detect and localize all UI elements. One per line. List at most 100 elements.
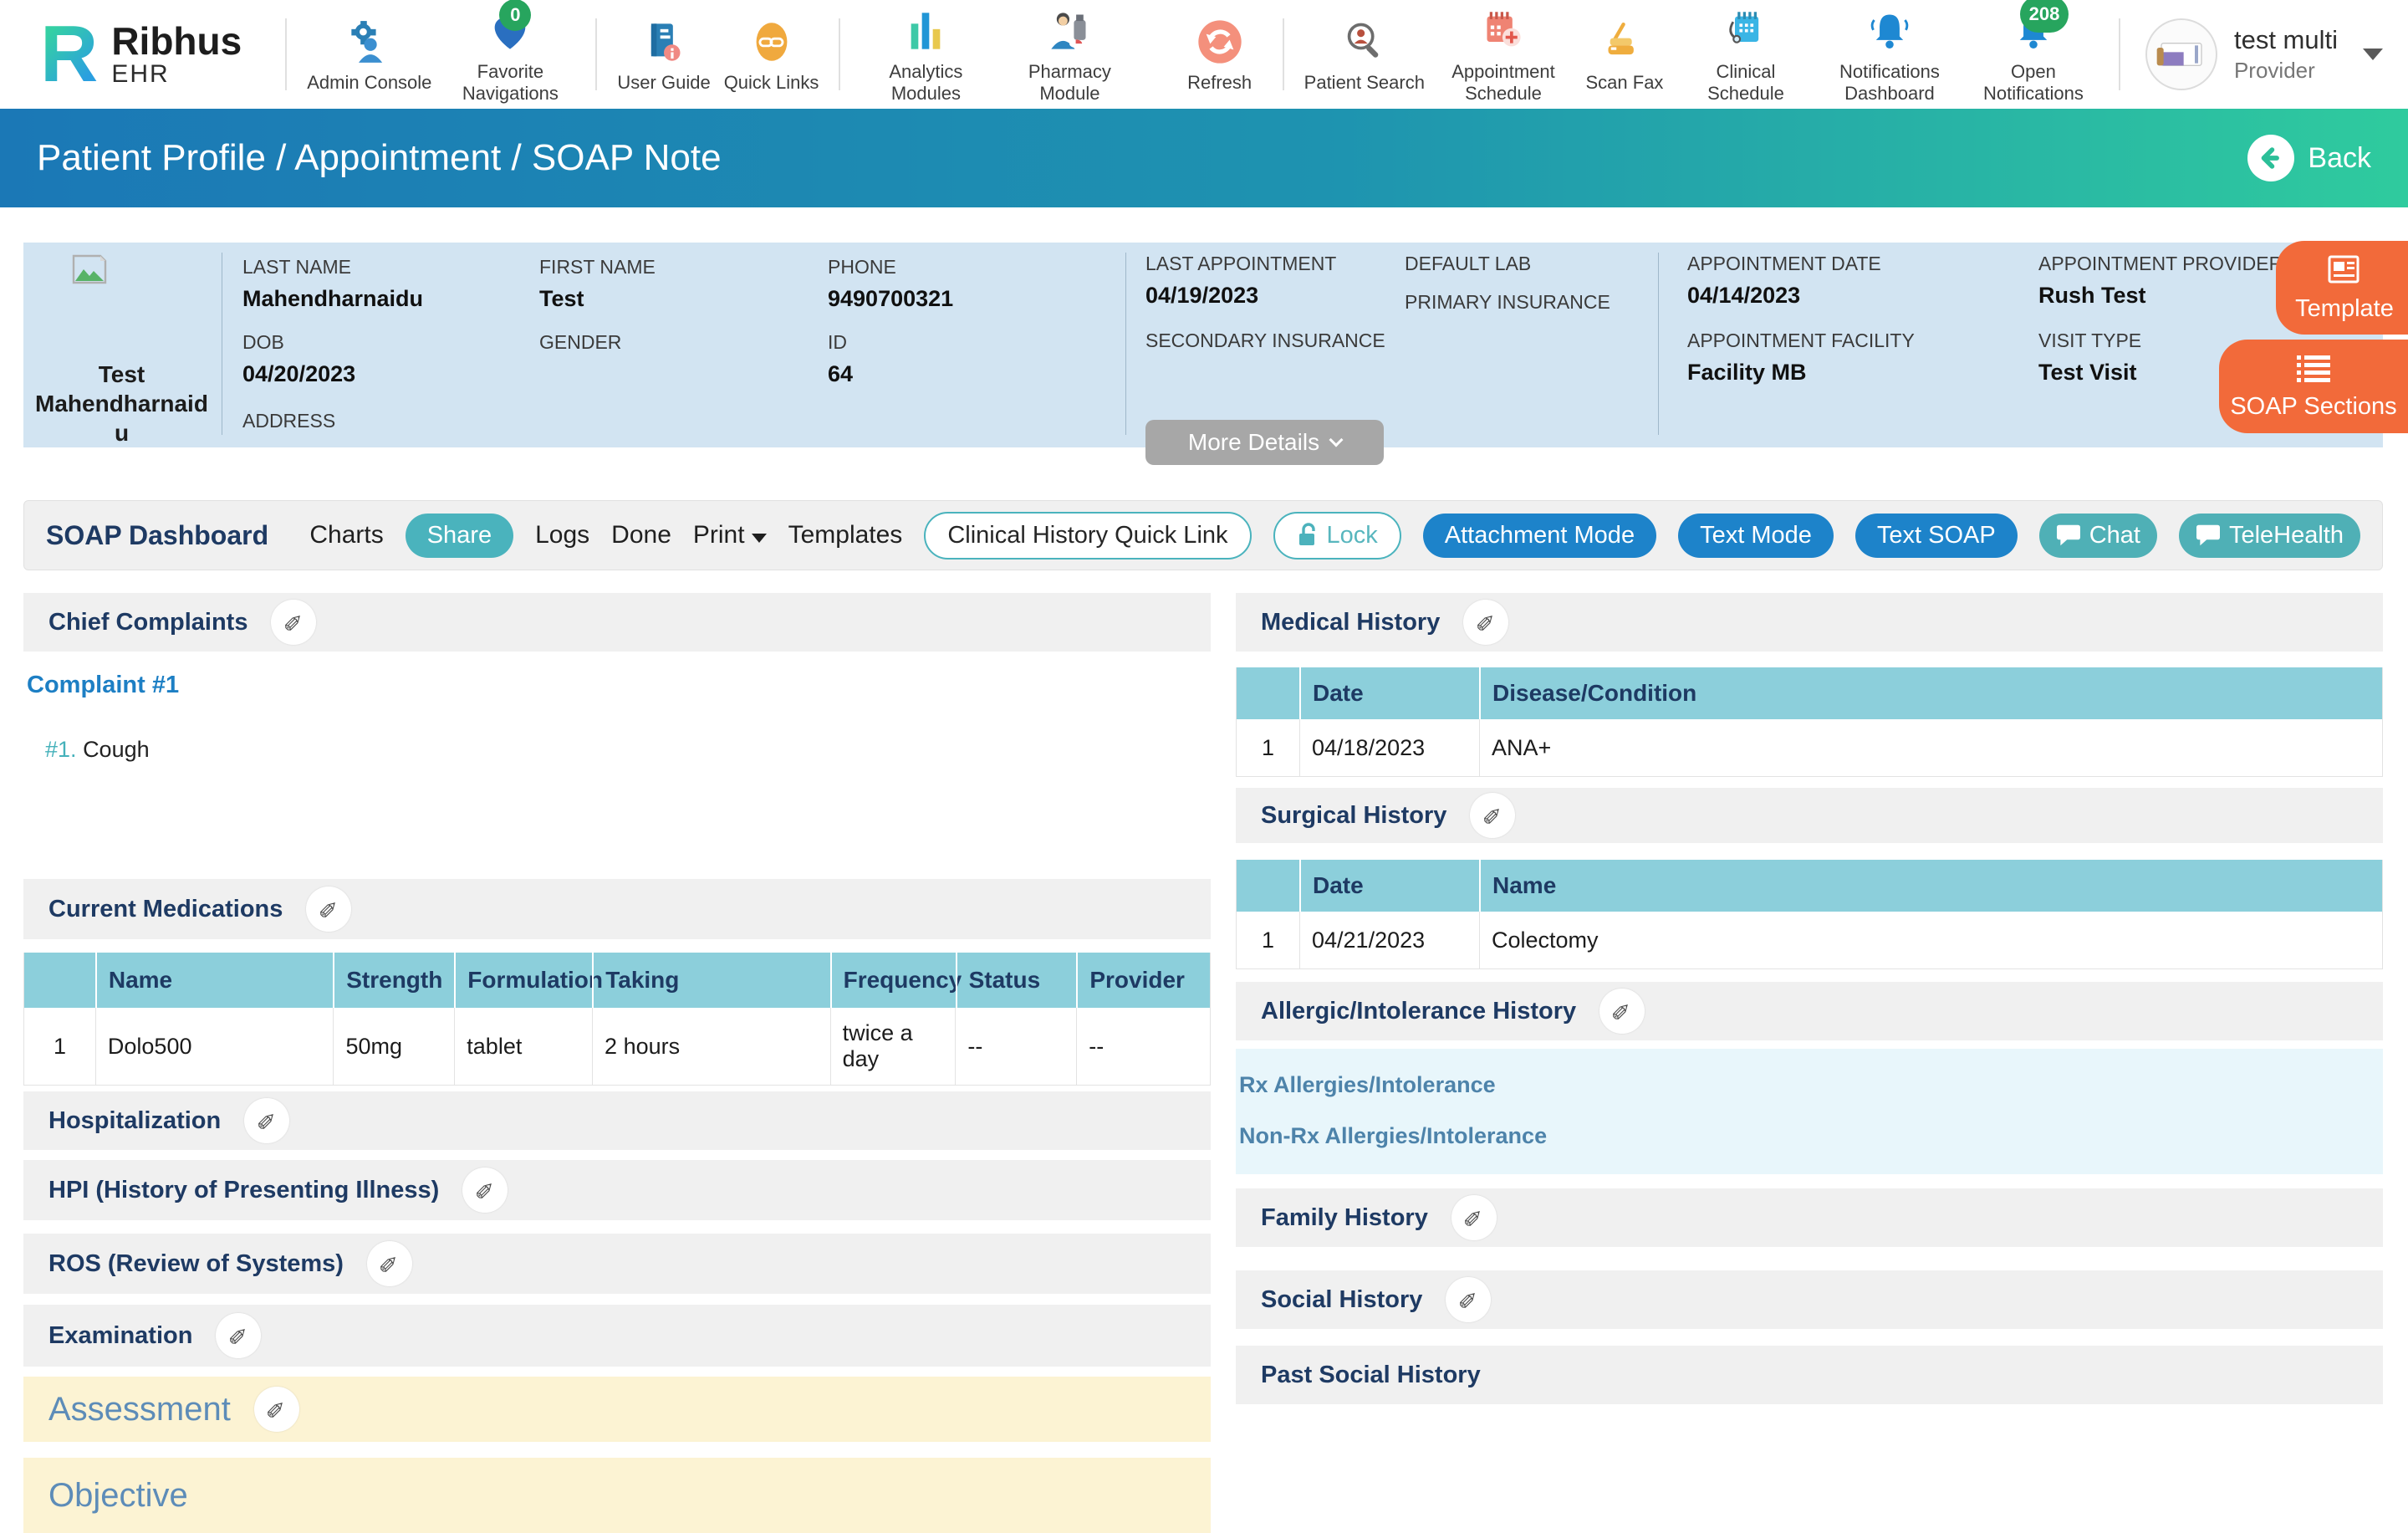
edit-pencil-icon[interactable]: ✎ <box>244 1098 289 1143</box>
nav-patient-search[interactable]: Patient Search <box>1298 15 1431 94</box>
nav-open-notifications[interactable]: 208 Open Notifications <box>1962 4 2105 105</box>
nav-favorite-navigations[interactable]: 0 Favorite Navigations <box>438 4 582 105</box>
nav-label: Admin Console <box>307 72 431 94</box>
nav-label: Scan Fax <box>1586 72 1664 94</box>
nav-label: Patient Search <box>1304 72 1425 94</box>
telehealth-button[interactable]: TeleHealth <box>2179 514 2360 558</box>
nav-clinical-schedule[interactable]: Clinical Schedule <box>1674 4 1818 105</box>
nav-divider <box>839 18 840 90</box>
nav-admin-console[interactable]: Admin Console <box>300 15 438 94</box>
top-navbar: R Ribhus EHR Admin Console <box>0 0 2408 109</box>
edit-pencil-icon[interactable]: ✎ <box>271 600 316 645</box>
user-role: Provider <box>2234 57 2338 84</box>
table-header-row: Date Disease/Condition <box>1237 667 2382 719</box>
lock-button[interactable]: Lock <box>1273 512 1401 560</box>
section-medical-history: Medical History ✎ <box>1236 593 2383 652</box>
chat-button[interactable]: Chat <box>2039 514 2157 558</box>
field-primary-insurance: PRIMARY INSURANCE <box>1405 291 1610 314</box>
done-link[interactable]: Done <box>611 521 671 549</box>
table-row[interactable]: 1 04/21/2023 Colectomy <box>1237 912 2382 968</box>
back-button[interactable]: Back <box>2247 135 2371 181</box>
edit-pencil-icon[interactable]: ✎ <box>216 1313 261 1358</box>
page-header: Patient Profile / Appointment / SOAP Not… <box>0 109 2408 207</box>
edit-pencil-icon[interactable]: ✎ <box>1451 1195 1497 1240</box>
analytics-icon <box>904 8 947 54</box>
logo-sub: EHR <box>111 61 242 88</box>
text-mode-button[interactable]: Text Mode <box>1678 514 1834 558</box>
field-appointment-provider: APPOINTMENT PROVIDER Rush Test <box>2038 253 2283 309</box>
soap-sections-button[interactable]: SOAP Sections <box>2219 340 2408 433</box>
section-surgical-history: Surgical History ✎ <box>1236 788 2383 843</box>
rx-allergies-link[interactable]: Rx Allergies/Intolerance <box>1239 1072 2383 1098</box>
refresh-icon <box>1196 18 1243 65</box>
template-icon <box>2326 253 2363 287</box>
complaint-1-link[interactable]: Complaint #1 <box>27 672 1211 702</box>
chevron-down-icon <box>752 534 767 543</box>
section-hospitalization: Hospitalization ✎ <box>23 1091 1211 1150</box>
quick-links-icon <box>750 18 793 65</box>
nav-label: User Guide <box>617 72 710 94</box>
field-first-name: FIRST NAME Test <box>539 256 656 312</box>
soap-right-column: Medical History ✎ Date Disease/Condition… <box>1236 593 2383 1404</box>
field-appointment-facility: APPOINTMENT FACILITY Facility MB <box>1687 330 1915 386</box>
edit-pencil-icon[interactable]: ✎ <box>462 1168 508 1213</box>
section-allergic-intolerance-history: Allergic/Intolerance History ✎ <box>1236 982 2383 1040</box>
edit-pencil-icon[interactable]: ✎ <box>254 1387 299 1432</box>
unlock-icon <box>1297 523 1319 548</box>
nav-scan-fax[interactable]: Scan Fax <box>1575 15 1674 94</box>
allergy-links-panel: Rx Allergies/Intolerance Non-Rx Allergie… <box>1236 1049 2383 1174</box>
nav-label: Favorite Navigations <box>445 61 575 105</box>
table-header-row: Name Strength Formulation Taking Frequen… <box>24 953 1210 1008</box>
chevron-down-icon <box>2363 49 2383 60</box>
field-secondary-insurance: SECONDARY INSURANCE <box>1145 330 1385 352</box>
nav-refresh[interactable]: Refresh <box>1171 15 1269 94</box>
edit-pencil-icon[interactable]: ✎ <box>1446 1277 1491 1322</box>
nav-user-guide[interactable]: User Guide <box>610 15 717 94</box>
section-assessment: Assessment ✎ <box>23 1377 1211 1442</box>
table-header-row: Date Name <box>1237 860 2382 912</box>
page-title: Patient Profile / Appointment / SOAP Not… <box>37 137 722 179</box>
surgical-history-table: Date Name 1 04/21/2023 Colectomy <box>1236 860 2383 969</box>
charts-link[interactable]: Charts <box>309 521 383 549</box>
logo-r-mark: R <box>40 14 98 95</box>
nav-notifications-dashboard[interactable]: Notifications Dashboard <box>1818 4 1962 105</box>
user-guide-icon <box>642 18 686 65</box>
print-menu[interactable]: Print <box>693 521 767 549</box>
patient-search-icon <box>1343 18 1386 65</box>
more-details-button[interactable]: More Details <box>1145 420 1384 465</box>
soap-dashboard-title: SOAP Dashboard <box>46 520 268 551</box>
section-examination: Examination ✎ <box>23 1305 1211 1367</box>
text-soap-button[interactable]: Text SOAP <box>1855 514 2018 558</box>
edit-pencil-icon[interactable]: ✎ <box>1470 793 1515 838</box>
templates-link[interactable]: Templates <box>788 521 903 549</box>
nav-appointment-schedule[interactable]: Appointment Schedule <box>1431 4 1575 105</box>
nav-quick-links[interactable]: Quick Links <box>717 15 826 94</box>
user-menu[interactable]: test multi Provider <box>2145 18 2383 90</box>
non-rx-allergies-link[interactable]: Non-Rx Allergies/Intolerance <box>1239 1123 2383 1149</box>
table-row[interactable]: 1 Dolo500 50mg tablet 2 hours twice a da… <box>24 1008 1210 1085</box>
attachment-mode-button[interactable]: Attachment Mode <box>1423 514 1656 558</box>
section-hpi: HPI (History of Presenting Illness) ✎ <box>23 1160 1211 1220</box>
edit-pencil-icon[interactable]: ✎ <box>1463 600 1508 645</box>
bell-icon: 208 <box>2012 8 2055 54</box>
section-objective: Objective <box>23 1458 1211 1533</box>
edit-pencil-icon[interactable]: ✎ <box>1599 989 1645 1034</box>
panel-divider <box>1658 253 1659 435</box>
edit-pencil-icon[interactable]: ✎ <box>306 887 351 932</box>
logs-link[interactable]: Logs <box>535 521 589 549</box>
back-arrow-icon <box>2247 135 2294 181</box>
nav-pharmacy-module[interactable]: Pharmacy Module <box>997 4 1141 105</box>
pharmacy-icon <box>1048 8 1091 54</box>
template-button[interactable]: Template <box>2276 241 2408 335</box>
table-row[interactable]: 1 04/18/2023 ANA+ <box>1237 719 2382 776</box>
avatar <box>2145 18 2217 90</box>
section-family-history: Family History ✎ <box>1236 1188 2383 1247</box>
share-button[interactable]: Share <box>406 514 513 558</box>
app-logo: R Ribhus EHR <box>40 14 242 95</box>
nav-label: Pharmacy Module <box>1004 61 1135 105</box>
clinical-history-quick-link-button[interactable]: Clinical History Quick Link <box>924 512 1251 560</box>
chat-icon <box>2056 524 2081 547</box>
nav-analytics-modules[interactable]: Analytics Modules <box>854 4 997 105</box>
edit-pencil-icon[interactable]: ✎ <box>367 1241 412 1286</box>
nav-label: Appointment Schedule <box>1438 61 1569 105</box>
